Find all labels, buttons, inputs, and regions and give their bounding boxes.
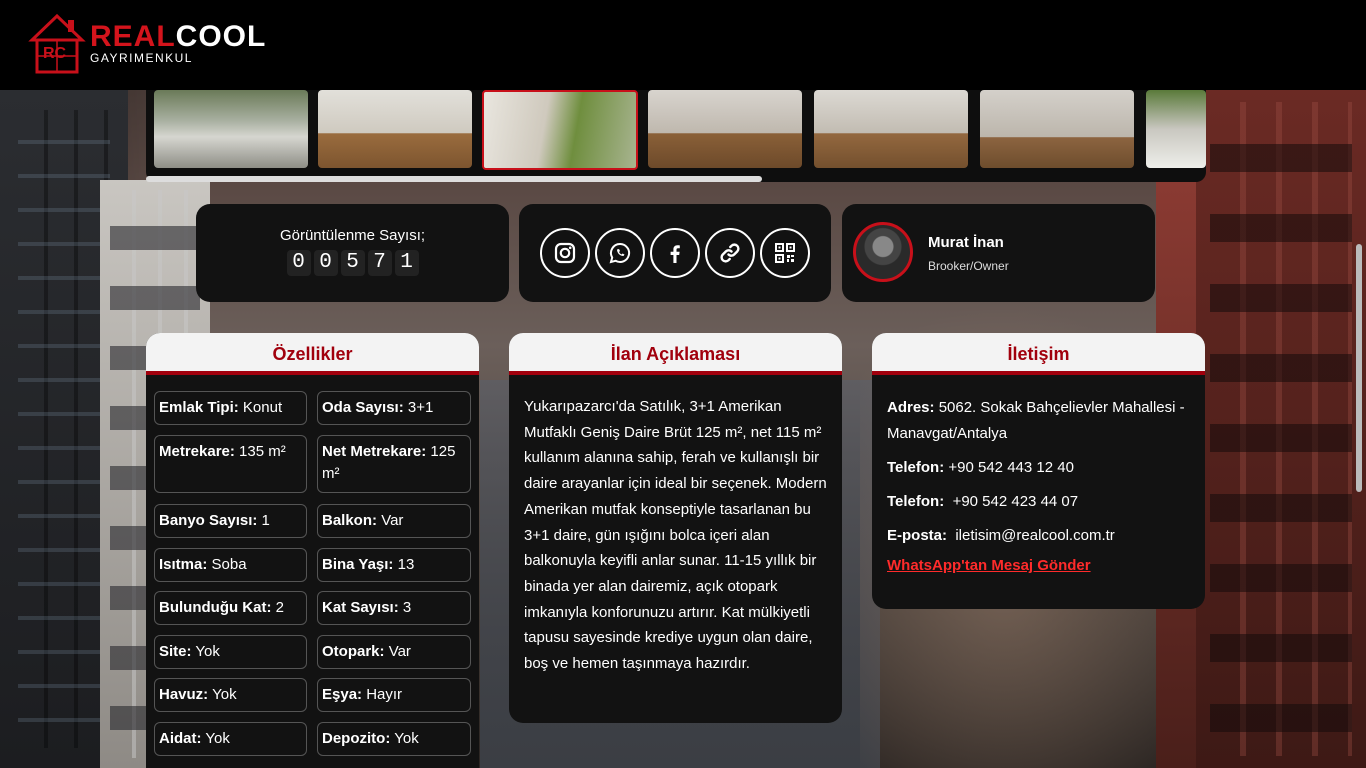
logo-subtitle: GAYRIMENKUL xyxy=(90,50,193,65)
feature-item: Site: Yok xyxy=(154,635,307,669)
gallery-thumbnail-active[interactable] xyxy=(482,90,638,170)
feature-item: Balkon: Var xyxy=(317,504,471,538)
feature-item: Net Metrekare: 125 m² xyxy=(317,435,471,493)
link-icon xyxy=(720,243,740,263)
logo-mark-text: RC xyxy=(43,45,67,62)
site-header: RC REALCOOL GAYRIMENKUL xyxy=(0,0,1366,90)
feature-item: Depozito: Yok xyxy=(317,722,471,756)
contact-body: Adres: 5062. Sokak Bahçelievler Mahalles… xyxy=(872,375,1205,574)
gallery-scrollbar[interactable] xyxy=(146,176,762,182)
contact-title: İletişim xyxy=(872,333,1205,375)
contact-phone[interactable]: Telefon: +90 542 423 44 07 xyxy=(887,489,1191,515)
agent-name: Murat İnan xyxy=(928,234,1004,251)
gallery-thumbnail[interactable] xyxy=(154,90,308,168)
feature-item: Isıtma: Soba xyxy=(154,548,307,582)
feature-item: Bulunduğu Kat: 2 xyxy=(154,591,307,625)
logo-text: REALCOOL GAYRIMENKUL xyxy=(90,19,267,65)
view-counter-digit: 5 xyxy=(340,250,365,276)
agent-card[interactable]: Murat İnan Brooker/Owner xyxy=(842,204,1155,302)
whatsapp-button[interactable] xyxy=(595,228,645,278)
facebook-icon xyxy=(670,245,680,263)
description-panel: İlan Açıklaması Yukarıpazarcı'da Satılık… xyxy=(509,333,842,723)
background-building-right xyxy=(1196,90,1366,768)
gallery-thumbnail[interactable] xyxy=(318,90,472,168)
whatsapp-message-link[interactable]: WhatsApp'tan Mesaj Gönder xyxy=(887,557,1091,574)
facebook-button[interactable] xyxy=(650,228,700,278)
feature-item: Emlak Tipi: Konut xyxy=(154,391,307,425)
instagram-icon xyxy=(554,242,576,264)
gallery-thumbnail[interactable] xyxy=(1146,90,1206,168)
gallery-thumbnail[interactable] xyxy=(980,90,1134,168)
feature-item: Eşya: Hayır xyxy=(317,678,471,712)
description-title: İlan Açıklaması xyxy=(509,333,842,375)
gallery-thumbnail[interactable] xyxy=(814,90,968,168)
qr-code-button[interactable] xyxy=(760,228,810,278)
page-scrollbar[interactable] xyxy=(1356,244,1362,492)
qr-code-icon xyxy=(775,243,795,263)
contact-panel: İletişim Adres: 5062. Sokak Bahçelievler… xyxy=(872,333,1205,609)
view-counter-title: Görüntülenme Sayısı; xyxy=(279,227,426,244)
gallery-thumbnail[interactable] xyxy=(648,90,802,168)
social-share-card xyxy=(519,204,831,302)
logo-mark-icon: RC xyxy=(28,10,86,76)
features-title: Özellikler xyxy=(146,333,479,375)
view-counter-digit: 0 xyxy=(286,250,311,276)
logo[interactable]: RC REALCOOL GAYRIMENKUL xyxy=(28,10,266,76)
feature-item: Kat Sayısı: 3 xyxy=(317,591,471,625)
feature-item: Banyo Sayısı: 1 xyxy=(154,504,307,538)
logo-word-cool: COOL xyxy=(175,19,267,53)
feature-item: Oda Sayısı: 3+1 xyxy=(317,391,471,425)
view-counter-digits: 0 0 5 7 1 xyxy=(196,250,509,276)
whatsapp-icon xyxy=(609,242,631,264)
description-text: Yukarıpazarcı'da Satılık, 3+1 Amerikan M… xyxy=(524,398,827,673)
agent-role: Brooker/Owner xyxy=(928,259,1009,273)
view-counter-card: Görüntülenme Sayısı; 0 0 5 7 1 xyxy=(196,204,509,302)
feature-item: Aidat: Yok xyxy=(154,722,307,756)
feature-item: Havuz: Yok xyxy=(154,678,307,712)
contact-address: Adres: 5062. Sokak Bahçelievler Mahalles… xyxy=(887,399,1185,442)
view-counter-digit: 1 xyxy=(394,250,419,276)
instagram-button[interactable] xyxy=(540,228,590,278)
view-counter-digit: 0 xyxy=(313,250,338,276)
features-panel: Özellikler Emlak Tipi: Konut Oda Sayısı:… xyxy=(146,333,479,768)
contact-email[interactable]: E-posta: iletisim@realcool.com.tr xyxy=(887,523,1191,549)
feature-item: Metrekare: 135 m² xyxy=(154,435,307,493)
feature-item: Bina Yaşı: 13 xyxy=(317,548,471,582)
avatar xyxy=(853,222,913,282)
contact-phone[interactable]: Telefon: +90 542 443 12 40 xyxy=(887,455,1191,481)
feature-item: Otopark: Var xyxy=(317,635,471,669)
copy-link-button[interactable] xyxy=(705,228,755,278)
logo-word-real: REAL xyxy=(90,19,176,53)
view-counter-digit: 7 xyxy=(367,250,392,276)
photo-gallery xyxy=(146,80,1206,182)
